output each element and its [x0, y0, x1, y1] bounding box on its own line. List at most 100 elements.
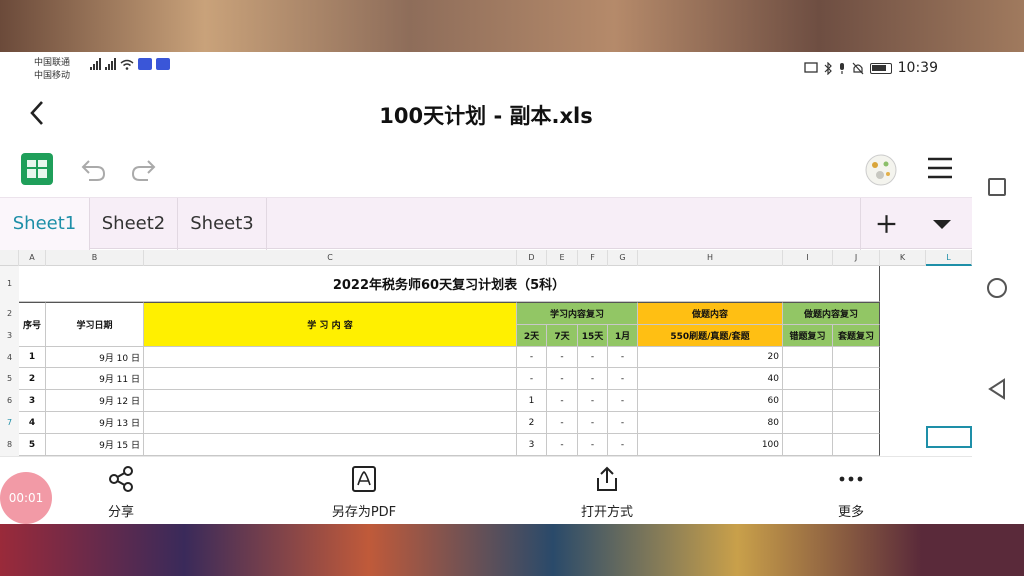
- header-15d[interactable]: 15天: [578, 325, 608, 347]
- redo-icon[interactable]: [130, 157, 158, 183]
- cell-2d[interactable]: 3: [517, 434, 547, 456]
- cell-2d[interactable]: 2: [517, 412, 547, 434]
- cell-15d[interactable]: -: [578, 434, 608, 456]
- recording-timer[interactable]: 00:01: [0, 472, 52, 524]
- cell-15d[interactable]: -: [578, 368, 608, 390]
- save-pdf-button[interactable]: 另存为PDF: [309, 465, 419, 520]
- recent-apps-icon[interactable]: [988, 178, 1006, 196]
- selected-cell[interactable]: [926, 426, 972, 448]
- column-header[interactable]: B: [46, 250, 144, 266]
- row-number[interactable]: 8: [0, 434, 19, 456]
- spreadsheet-grid[interactable]: A B C D E F G H I J K L 1 2 3 4 5 6 7 8 …: [0, 250, 972, 456]
- header-practice-review[interactable]: 做题内容复习: [783, 302, 880, 325]
- cell-set[interactable]: [833, 368, 880, 390]
- cell-wrong[interactable]: [783, 390, 833, 412]
- cell-seq[interactable]: 1: [19, 347, 46, 368]
- header-date[interactable]: 学习日期: [46, 302, 144, 347]
- cell-7d[interactable]: -: [547, 434, 578, 456]
- cell-7d[interactable]: -: [547, 412, 578, 434]
- column-header[interactable]: C: [144, 250, 517, 266]
- cell-practice[interactable]: 60: [638, 390, 783, 412]
- spreadsheet-app-icon[interactable]: [21, 153, 53, 185]
- cell-practice[interactable]: 20: [638, 347, 783, 368]
- row-number[interactable]: 2: [0, 302, 19, 325]
- cell-1m[interactable]: -: [608, 412, 638, 434]
- header-review[interactable]: 学习内容复习: [517, 302, 638, 325]
- home-icon[interactable]: [987, 278, 1007, 298]
- header-1m[interactable]: 1月: [608, 325, 638, 347]
- add-sheet-button[interactable]: [860, 198, 912, 250]
- header-7d[interactable]: 7天: [547, 325, 578, 347]
- cell-seq[interactable]: 3: [19, 390, 46, 412]
- cell-set[interactable]: [833, 434, 880, 456]
- cell-1m[interactable]: -: [608, 347, 638, 368]
- cell-2d[interactable]: 1: [517, 390, 547, 412]
- column-header[interactable]: L: [926, 250, 972, 266]
- column-header[interactable]: D: [517, 250, 547, 266]
- cell-seq[interactable]: 4: [19, 412, 46, 434]
- cell-7d[interactable]: -: [547, 390, 578, 412]
- cell-2d[interactable]: -: [517, 368, 547, 390]
- row-number[interactable]: 3: [0, 325, 19, 347]
- undo-icon[interactable]: [79, 157, 107, 183]
- cell-content[interactable]: [144, 347, 517, 368]
- cell-content[interactable]: [144, 412, 517, 434]
- share-button[interactable]: 分享: [66, 465, 176, 520]
- column-header[interactable]: K: [880, 250, 926, 266]
- header-2d[interactable]: 2天: [517, 325, 547, 347]
- cell-1m[interactable]: -: [608, 434, 638, 456]
- row-number[interactable]: 4: [0, 347, 19, 368]
- column-header[interactable]: A: [19, 250, 46, 266]
- cell-seq[interactable]: 5: [19, 434, 46, 456]
- header-seq[interactable]: 序号: [19, 302, 46, 347]
- header-content[interactable]: 学 习 内 容: [144, 302, 517, 347]
- cell-seq[interactable]: 2: [19, 368, 46, 390]
- avatar[interactable]: [864, 153, 898, 187]
- cell-date[interactable]: 9月 12 日: [46, 390, 144, 412]
- cell-date[interactable]: 9月 11 日: [46, 368, 144, 390]
- header-practice[interactable]: 做题内容: [638, 302, 783, 325]
- column-header[interactable]: H: [638, 250, 783, 266]
- tab-sheet3[interactable]: Sheet3: [178, 198, 267, 250]
- cell-1m[interactable]: -: [608, 390, 638, 412]
- row-number[interactable]: 6: [0, 390, 19, 412]
- corner-cell[interactable]: [0, 250, 19, 266]
- tab-sheet2[interactable]: Sheet2: [90, 198, 178, 250]
- row-number[interactable]: 5: [0, 368, 19, 390]
- cell-1m[interactable]: -: [608, 368, 638, 390]
- header-wrong[interactable]: 错题复习: [783, 325, 833, 347]
- more-button[interactable]: 更多: [796, 465, 906, 520]
- cell-content[interactable]: [144, 434, 517, 456]
- menu-icon[interactable]: [926, 153, 954, 183]
- header-set[interactable]: 套题复习: [833, 325, 880, 347]
- cell-7d[interactable]: -: [547, 347, 578, 368]
- column-header[interactable]: G: [608, 250, 638, 266]
- cell-practice[interactable]: 40: [638, 368, 783, 390]
- cell-2d[interactable]: -: [517, 347, 547, 368]
- cell-wrong[interactable]: [783, 412, 833, 434]
- cell-date[interactable]: 9月 13 日: [46, 412, 144, 434]
- header-550[interactable]: 550刷题/真题/套题: [638, 325, 783, 347]
- cell-15d[interactable]: -: [578, 347, 608, 368]
- cell-set[interactable]: [833, 390, 880, 412]
- cell-practice[interactable]: 100: [638, 434, 783, 456]
- nav-back-icon[interactable]: [987, 378, 1007, 400]
- cell-date[interactable]: 9月 15 日: [46, 434, 144, 456]
- tab-sheet1[interactable]: Sheet1: [0, 198, 90, 250]
- column-header[interactable]: J: [833, 250, 880, 266]
- cell-15d[interactable]: -: [578, 412, 608, 434]
- cell-wrong[interactable]: [783, 347, 833, 368]
- cell-content[interactable]: [144, 390, 517, 412]
- column-header[interactable]: E: [547, 250, 578, 266]
- cell-content[interactable]: [144, 368, 517, 390]
- cell-practice[interactable]: 80: [638, 412, 783, 434]
- cell-wrong[interactable]: [783, 434, 833, 456]
- cell-set[interactable]: [833, 347, 880, 368]
- cell-set[interactable]: [833, 412, 880, 434]
- row-number[interactable]: 1: [0, 266, 19, 302]
- cell-7d[interactable]: -: [547, 368, 578, 390]
- row-number[interactable]: 7: [0, 412, 19, 434]
- open-with-button[interactable]: 打开方式: [552, 465, 662, 520]
- column-header[interactable]: I: [783, 250, 833, 266]
- sheet-dropdown-icon[interactable]: [912, 198, 972, 250]
